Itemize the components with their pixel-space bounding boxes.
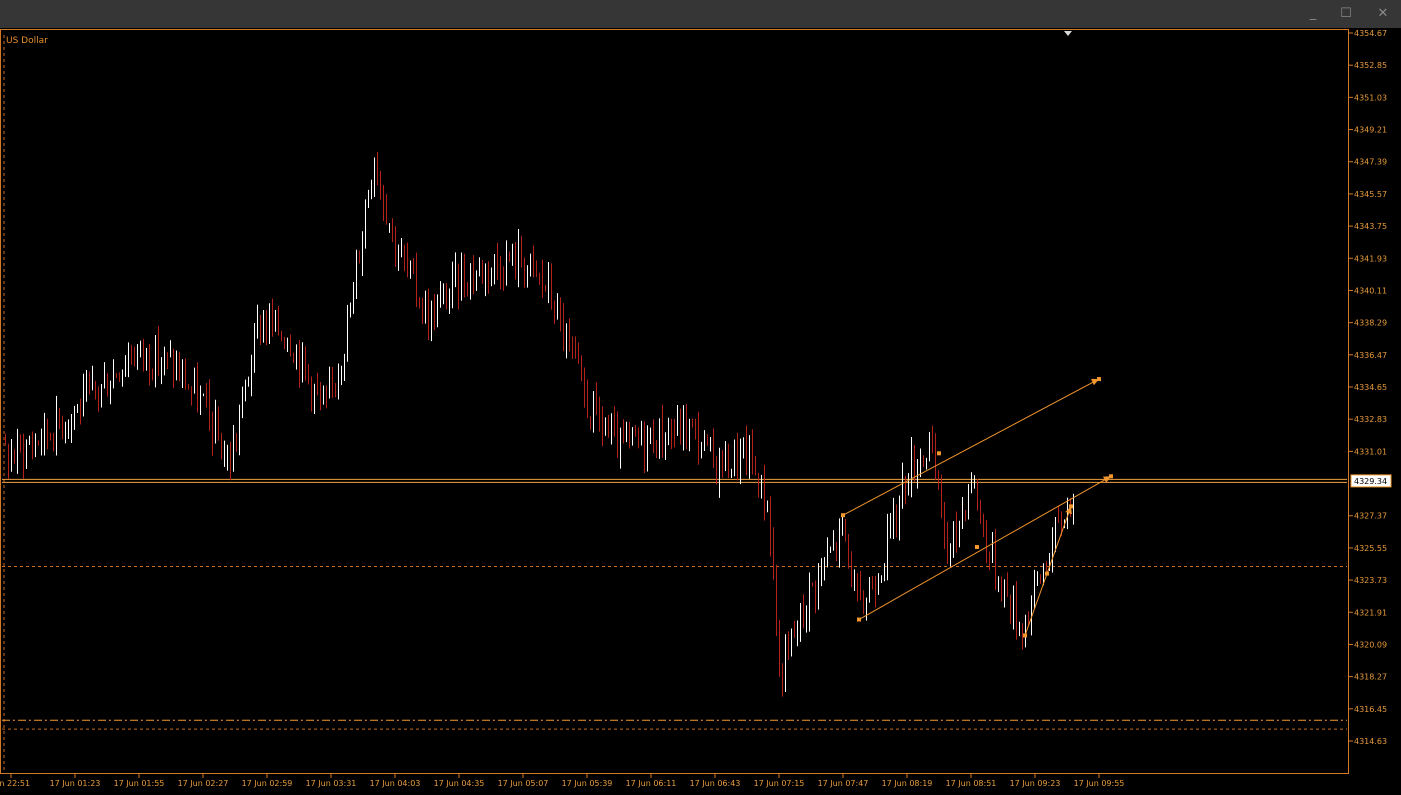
price-axis[interactable]: 4354.67 4352.85 4351.03 4349.21 4347.39 4345.… <box>1064 29 1392 746</box>
time-axis-label: 17 Jun 08:19 <box>882 779 933 788</box>
price-axis-label: 4316.45 <box>1354 705 1387 714</box>
price-axis-label: 4325.55 <box>1354 544 1387 553</box>
trendline-anchor-point <box>841 513 845 518</box>
price-axis-label: 4351.03 <box>1354 93 1387 102</box>
time-axis-label: 17 Jun 08:51 <box>946 779 997 788</box>
trendline-anchor-point <box>857 617 861 622</box>
time-axis-label: 17 Jun 01:23 <box>50 779 101 788</box>
price-axis-label: 4323.73 <box>1354 576 1387 585</box>
trendline-arrow-head <box>1091 378 1099 386</box>
price-axis-label: 4352.85 <box>1354 61 1387 70</box>
trendline-anchor-point <box>1023 633 1027 638</box>
price-axis-label: 4318.27 <box>1354 673 1387 682</box>
price-axis-label: 4320.09 <box>1354 640 1387 649</box>
price-axis-label: 4327.37 <box>1354 512 1387 521</box>
time-axis-label: 17 Jun 09:23 <box>1010 779 1061 788</box>
time-axis-label: 17 Jun 01:55 <box>114 779 165 788</box>
price-axis-label: 4336.47 <box>1354 351 1387 360</box>
price-axis-label: 4314.63 <box>1354 737 1387 746</box>
price-axis-label: 4347.39 <box>1354 158 1387 167</box>
trendline-anchor-point <box>975 545 979 550</box>
time-axis-label: 17 Jun 07:15 <box>754 779 805 788</box>
time-axis[interactable]: Jun 22:51 17 Jun 01:23 17 Jun 01:55 17 Jun … <box>0 774 1124 788</box>
horizontal-levels <box>2 35 1347 772</box>
price-axis-label: 4341.93 <box>1354 254 1387 263</box>
price-axis-label: 4354.67 <box>1354 29 1387 38</box>
price-axis-label: 4331.01 <box>1354 447 1387 456</box>
trendline-arrow-head <box>1065 506 1072 515</box>
price-axis-label: 4343.75 <box>1354 222 1387 231</box>
symbol-label: US Dollar <box>6 36 48 46</box>
trendline-anchor-point <box>937 451 941 456</box>
time-axis-label: 17 Jun 02:27 <box>178 779 229 788</box>
price-axis-label: 4349.21 <box>1354 126 1387 135</box>
wedge-support-line <box>1024 506 1072 636</box>
time-axis-label: 17 Jun 04:35 <box>434 779 485 788</box>
time-axis-label: 17 Jun 04:03 <box>370 779 421 788</box>
trendline-anchor-point <box>1045 571 1049 576</box>
time-axis-label: 17 Jun 05:39 <box>562 779 613 788</box>
price-chart[interactable]: 4354.67 4352.85 4351.03 4349.21 4347.39 4345.… <box>0 0 1401 795</box>
price-axis-label: 4345.57 <box>1354 190 1387 199</box>
time-axis-label: 17 Jun 03:31 <box>306 779 357 788</box>
time-axis-label: 17 Jun 02:59 <box>242 779 293 788</box>
price-axis-label: 4334.65 <box>1354 383 1387 392</box>
price-axis-label: 4321.91 <box>1354 608 1387 617</box>
time-axis-label: 17 Jun 06:11 <box>626 779 677 788</box>
price-axis-label: 4338.29 <box>1354 319 1387 328</box>
time-axis-label: 17 Jun 09:55 <box>1074 779 1125 788</box>
candlestick-series <box>5 151 1074 697</box>
chart-shift-marker <box>1064 31 1072 36</box>
time-axis-label: 17 Jun 06:43 <box>690 779 741 788</box>
channel-upper-line <box>842 378 1100 516</box>
price-axis-label: 4340.11 <box>1354 286 1387 295</box>
time-axis-label: 17 Jun 05:07 <box>498 779 549 788</box>
current-price-label: 4329.34 <box>1354 477 1387 486</box>
channel-lower-line <box>858 475 1112 620</box>
price-axis-label: 4332.83 <box>1354 415 1387 424</box>
time-axis-label: 17 Jun 07:47 <box>818 779 869 788</box>
time-axis-label: Jun 22:51 <box>0 779 30 788</box>
